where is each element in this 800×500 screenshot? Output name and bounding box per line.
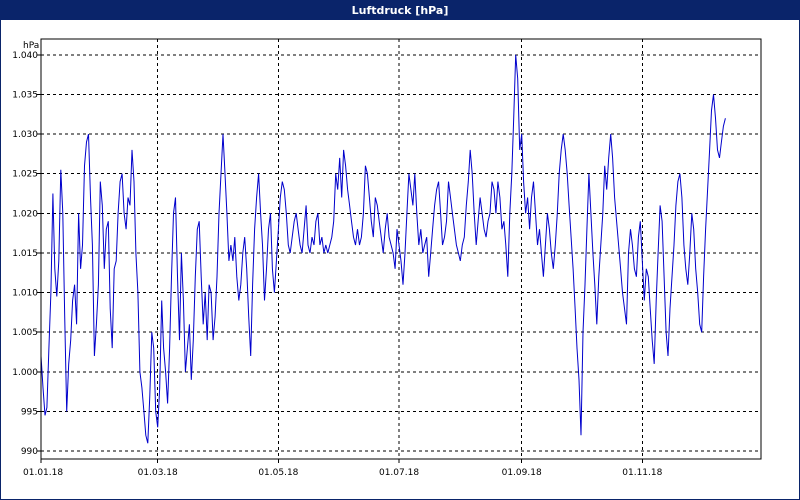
y-tick-label: 995 bbox=[21, 407, 38, 417]
line-chart: hPa 990 995 1.000 1.005 1.010 1.015 1.020 1.025… bbox=[12, 38, 762, 478]
chart-window: Luftdruck [hPa] hPa 990 995 1.000 1.005 1.01… bbox=[0, 0, 800, 500]
x-tick-label: 01.11.18 bbox=[622, 468, 662, 478]
y-tick-label: 1.015 bbox=[12, 249, 38, 259]
y-tick-label: 1.010 bbox=[12, 289, 38, 299]
y-tick-label: 1.030 bbox=[12, 130, 38, 140]
x-tick-label: 01.05.18 bbox=[258, 468, 298, 478]
y-tick-label: 1.040 bbox=[12, 51, 38, 61]
y-axis-ticks: 990 995 1.000 1.005 1.010 1.015 1.020 1.025 1.03… bbox=[12, 51, 41, 457]
y-tick-label: 1.000 bbox=[12, 368, 38, 378]
y-tick-label: 1.005 bbox=[12, 328, 38, 338]
y-tick-label: 990 bbox=[21, 447, 38, 457]
y-tick-label: 1.020 bbox=[12, 209, 38, 219]
grid-lines bbox=[41, 39, 761, 459]
y-tick-label: 1.025 bbox=[12, 170, 38, 180]
x-tick-label: 01.09.18 bbox=[502, 468, 542, 478]
series-line bbox=[40, 54, 726, 444]
y-tick-label: 1.035 bbox=[12, 90, 38, 100]
plot-frame bbox=[40, 38, 762, 460]
x-tick-label: 01.07.18 bbox=[379, 468, 419, 478]
x-axis-ticks: 01.01.18 01.03.18 01.05.18 01.07.18 01.09.18… bbox=[23, 459, 663, 478]
x-tick-label: 01.01.18 bbox=[23, 468, 63, 478]
x-tick-label: 01.03.18 bbox=[138, 468, 178, 478]
y-axis-label: hPa bbox=[23, 41, 39, 51]
